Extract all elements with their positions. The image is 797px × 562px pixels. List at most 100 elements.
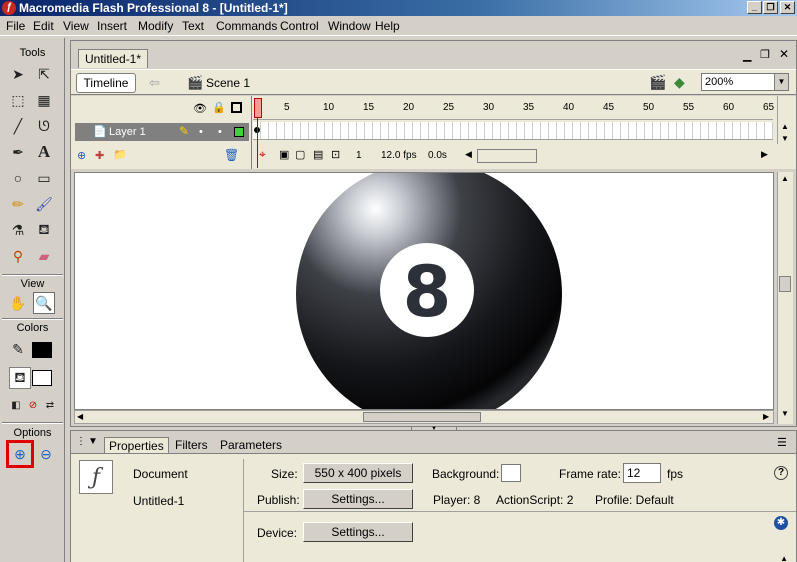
layer-color-icon[interactable] — [234, 127, 244, 137]
modify-onion-markers-icon[interactable]: ⊡ — [331, 148, 340, 161]
frame-row[interactable] — [253, 122, 773, 140]
panel-grip-icon[interactable]: ⋮ — [76, 436, 86, 447]
doc-restore-icon[interactable]: ❐ — [760, 48, 770, 61]
insert-layer-icon[interactable]: ⊕ — [77, 149, 86, 162]
subselection-tool-icon[interactable]: ⇱ — [33, 63, 55, 85]
paint-bucket-tool-icon[interactable]: ⛾ — [33, 219, 55, 241]
lock-dot-icon[interactable]: • — [218, 126, 222, 138]
expand-panel-icon[interactable]: ▲ — [780, 554, 788, 562]
scroll-right-icon[interactable]: ▶ — [761, 149, 768, 160]
visible-dot-icon[interactable]: • — [199, 126, 203, 138]
size-label: Size: — [271, 467, 298, 481]
edit-symbols-icon[interactable]: ◆ — [674, 74, 685, 91]
gradient-transform-tool-icon[interactable]: ▦ — [33, 89, 55, 111]
insert-folder-icon[interactable]: 📁 — [113, 148, 127, 161]
oval-tool-icon[interactable]: ○ — [7, 167, 29, 189]
menu-commands[interactable]: Commands — [216, 19, 277, 33]
scroll-left-icon[interactable]: ◀ — [465, 149, 472, 160]
center-frame-icon[interactable]: ⌖ — [259, 147, 266, 162]
tab-parameters[interactable]: Parameters — [216, 437, 286, 453]
stroke-color-swatch[interactable] — [32, 342, 52, 358]
panel-options-menu-icon[interactable]: ☰ — [777, 436, 787, 449]
stage-scroll-left-icon[interactable]: ◀ — [77, 412, 83, 421]
enlarge-option-icon[interactable]: ⊕ — [6, 440, 34, 468]
line-tool-icon[interactable]: ╱ — [7, 115, 29, 137]
delete-layer-icon[interactable]: 🗑 — [224, 148, 239, 162]
chevron-down-icon[interactable]: ▼ — [774, 74, 788, 90]
stage-scroll-up-icon[interactable]: ▲ — [781, 174, 789, 183]
publish-settings-button[interactable]: Settings... — [303, 489, 413, 509]
doc-close-icon[interactable]: ✕ — [779, 47, 789, 61]
lasso-tool-icon[interactable]: ᘎ — [33, 115, 55, 137]
playhead-handle[interactable] — [254, 98, 262, 118]
device-settings-button[interactable]: Settings... — [303, 522, 413, 542]
edit-multiple-frames-icon[interactable]: ▤ — [313, 148, 323, 161]
scroll-down-icon[interactable]: ▼ — [781, 134, 789, 143]
onion-skin-icon[interactable]: ▣ — [279, 148, 289, 161]
scene-label[interactable]: Scene 1 — [206, 76, 250, 90]
timeline-scroll-thumb[interactable] — [477, 149, 537, 163]
hand-tool-icon[interactable]: ✋ — [7, 292, 29, 314]
add-guide-layer-icon[interactable]: ✚ — [95, 149, 104, 162]
menu-window[interactable]: Window — [328, 19, 371, 33]
accessibility-icon[interactable]: ✱ — [774, 516, 788, 530]
stage-vscroll-thumb[interactable] — [779, 276, 791, 292]
free-transform-tool-icon[interactable]: ⬚ — [7, 89, 29, 111]
menu-control[interactable]: Control — [280, 19, 319, 33]
eraser-tool-icon[interactable]: ▰ — [33, 245, 55, 267]
fill-color-swatch[interactable] — [32, 370, 52, 386]
zoom-select[interactable]: 200% ▼ — [701, 73, 789, 91]
ruler-number: 15 — [363, 102, 375, 113]
tab-properties[interactable]: Properties — [104, 437, 169, 454]
timeline-button[interactable]: Timeline — [76, 73, 136, 93]
lock-icon[interactable]: 🔒 — [212, 101, 226, 114]
menu-modify[interactable]: Modify — [138, 19, 173, 33]
background-color-swatch[interactable] — [501, 464, 521, 482]
doc-minimize-icon[interactable]: ▁ — [743, 49, 751, 62]
minimize-button[interactable]: _ — [747, 1, 762, 14]
menu-help[interactable]: Help — [375, 19, 400, 33]
stage-vscroll[interactable]: ▲ ▼ — [777, 172, 793, 424]
eyedropper-tool-icon[interactable]: ⚲ — [7, 245, 29, 267]
timeline-vscroll[interactable]: ▲ ▼ — [777, 96, 793, 144]
restore-button[interactable]: ❐ — [763, 1, 778, 14]
pen-tool-icon[interactable]: ✒ — [7, 141, 29, 163]
menu-insert[interactable]: Insert — [97, 19, 127, 33]
frame-rate-input[interactable]: 12 — [623, 463, 661, 483]
stage-scroll-down-icon[interactable]: ▼ — [781, 409, 789, 418]
tab-filters[interactable]: Filters — [171, 437, 212, 453]
outline-icon[interactable] — [231, 102, 242, 113]
stage-scroll-right-icon[interactable]: ▶ — [763, 412, 769, 421]
menu-view[interactable]: View — [63, 19, 89, 33]
stage-hscroll-thumb[interactable] — [363, 412, 481, 422]
scroll-up-icon[interactable]: ▲ — [781, 122, 789, 131]
onion-outlines-icon[interactable]: ▢ — [295, 148, 305, 161]
document-tab[interactable]: Untitled-1* — [78, 49, 149, 68]
menu-text[interactable]: Text — [182, 19, 204, 33]
stage[interactable]: 8 — [74, 172, 774, 410]
pencil-tool-icon[interactable]: ✏ — [7, 193, 29, 215]
frame-ruler[interactable]: 1 5 10 15 20 25 30 35 40 45 50 55 60 65 — [253, 96, 774, 120]
menu-file[interactable]: File — [6, 19, 25, 33]
flash-app-icon[interactable]: ƒ — [2, 1, 16, 15]
close-button[interactable]: ✕ — [780, 1, 795, 14]
show-hide-eye-icon[interactable]: 👁 — [193, 102, 207, 115]
selection-tool-icon[interactable]: ➤ — [7, 63, 29, 85]
menu-edit[interactable]: Edit — [33, 19, 54, 33]
text-tool-icon[interactable]: A — [33, 141, 55, 163]
edit-scene-icon[interactable]: 🎬 — [649, 74, 666, 91]
ink-bottle-tool-icon[interactable]: ⚗ — [7, 219, 29, 241]
collapse-arrow-icon[interactable]: ▼ — [88, 436, 98, 447]
reduce-option-icon[interactable]: ⊖ — [35, 443, 57, 465]
help-icon[interactable]: ? — [774, 466, 788, 480]
size-button[interactable]: 550 x 400 pixels — [303, 463, 413, 483]
zoom-tool-icon[interactable]: 🔍 — [33, 292, 55, 314]
brush-tool-icon[interactable]: 🖌 — [33, 193, 55, 215]
device-label: Device: — [257, 526, 298, 540]
stage-hscroll[interactable]: ◀ ▶ — [74, 410, 774, 424]
swap-colors-icon[interactable]: ⇄ — [39, 394, 61, 416]
rectangle-tool-icon[interactable]: ▭ — [33, 167, 55, 189]
back-arrow-icon[interactable]: ⇦ — [149, 75, 160, 91]
eight-ball-artwork: 8 — [296, 173, 562, 409]
layer-row[interactable]: 📄 Layer 1 ✎ • • — [75, 123, 249, 141]
